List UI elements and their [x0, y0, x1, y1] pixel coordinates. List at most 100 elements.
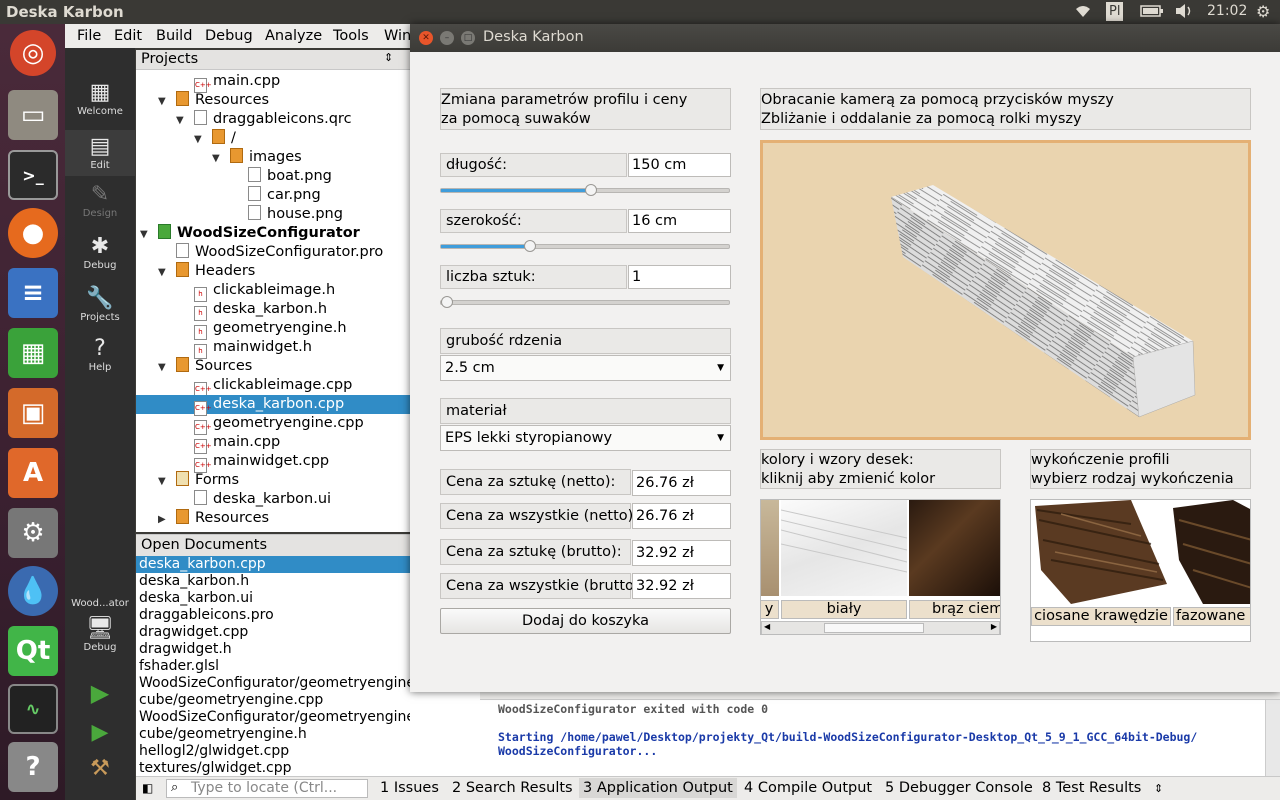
price-all-gross-value[interactable]: 32.92 zł — [632, 573, 731, 599]
color-swatch-white-image[interactable] — [780, 500, 908, 596]
add-to-cart-button[interactable]: Dodaj do koszyka — [440, 608, 731, 634]
menu-window[interactable]: Win — [384, 28, 411, 44]
tree-item[interactable]: h geometryengine.h — [194, 319, 347, 340]
menu-tools[interactable]: Tools — [333, 28, 369, 44]
open-doc-item[interactable]: deska_karbon.ui — [139, 590, 253, 607]
count-slider-handle[interactable] — [441, 296, 453, 308]
mode-design[interactable]: ✎ Design — [65, 182, 135, 226]
expand-arrow-icon[interactable]: ▼ — [158, 362, 166, 373]
open-doc-item[interactable]: WoodSizeConfigurator/geometryengine.h — [139, 709, 410, 726]
tree-item-selected[interactable]: C++deska_karbon.cpp — [136, 395, 410, 416]
finish-label-beveled[interactable]: fazowane k — [1173, 607, 1250, 626]
software-center-icon[interactable]: A — [8, 448, 58, 498]
open-doc-item[interactable]: textures/glwidget.cpp — [139, 760, 292, 776]
collapse-arrow-icon[interactable]: ▶ — [158, 514, 166, 525]
expand-arrow-icon[interactable]: ▼ — [158, 96, 166, 107]
open-documents-list[interactable]: deska_karbon.cpp deska_karbon.h deska_ka… — [136, 556, 410, 776]
colors-scrollbar[interactable]: ◀ ▶ — [761, 621, 1000, 634]
tab-compile-output[interactable]: 4 Compile Output — [744, 780, 872, 796]
price-unit-net-value[interactable]: 26.76 zł — [632, 470, 731, 496]
tree-item[interactable]: Resources — [176, 509, 269, 528]
firefox-icon[interactable]: ● — [8, 208, 58, 258]
tree-item[interactable]: car.png — [248, 186, 321, 205]
length-slider-handle[interactable] — [584, 184, 597, 196]
expand-arrow-icon[interactable]: ▼ — [212, 153, 220, 164]
open-doc-item[interactable]: deska_karbon.h — [139, 573, 249, 590]
expand-arrow-icon[interactable]: ▼ — [194, 134, 202, 145]
mode-edit[interactable]: ▤ Edit — [65, 130, 135, 176]
menu-analyze[interactable]: Analyze — [265, 28, 322, 44]
open-doc-item[interactable]: dragwidget.h — [139, 641, 232, 658]
tab-search-results[interactable]: 2 Search Results — [452, 780, 573, 796]
more-tabs-icon[interactable]: ⇕ — [1154, 782, 1163, 795]
output-scrollbar[interactable] — [1265, 700, 1280, 776]
tree-item[interactable]: C++main.cpp — [194, 433, 280, 454]
length-input[interactable]: 150 cm — [628, 153, 731, 177]
open-doc-item[interactable]: fshader.glsl — [139, 658, 219, 675]
open-doc-item[interactable]: dragwidget.cpp — [139, 624, 248, 641]
project-tree[interactable]: C++main.cpp ▼ Resources ▼ draggableicons… — [136, 70, 410, 532]
menu-build[interactable]: Build — [156, 28, 192, 44]
kit-selector[interactable]: 🖥 Debug — [65, 616, 135, 664]
close-icon[interactable]: ✕ — [419, 31, 433, 45]
files-icon[interactable]: ▭ — [8, 90, 58, 140]
tree-item[interactable]: C++main.cpp — [194, 72, 280, 93]
tab-issues[interactable]: 1 Issues — [380, 780, 439, 796]
keyboard-layout[interactable]: Pl — [1106, 2, 1124, 21]
sort-icon[interactable]: ⇕ — [384, 51, 393, 64]
tab-debugger-console[interactable]: 5 Debugger Console — [885, 780, 1033, 796]
tree-item[interactable]: WoodSizeConfigurator — [158, 224, 360, 243]
mode-help[interactable]: ? Help — [65, 336, 135, 380]
open-doc-item-selected[interactable]: deska_karbon.cpp — [136, 556, 410, 573]
tree-item[interactable]: C++clickableimage.cpp — [194, 376, 352, 397]
tree-item[interactable]: boat.png — [248, 167, 332, 186]
tree-item[interactable]: C++mainwidget.cpp — [194, 452, 329, 473]
length-slider[interactable] — [440, 184, 730, 196]
minimize-icon[interactable]: – — [440, 31, 454, 45]
color-label-white[interactable]: biały — [781, 600, 907, 619]
debug-run-button[interactable]: ▶ — [65, 720, 135, 750]
terminal-icon[interactable]: >_ — [8, 150, 58, 200]
mode-debug[interactable]: ✱ Debug — [65, 234, 135, 278]
width-slider[interactable] — [440, 240, 730, 252]
tree-item[interactable]: Sources — [176, 357, 252, 376]
3d-view[interactable] — [760, 140, 1251, 440]
calc-icon[interactable]: ▦ — [8, 328, 58, 378]
tree-item[interactable]: h clickableimage.h — [194, 281, 335, 302]
tree-item[interactable]: C++geometryengine.cpp — [194, 414, 364, 435]
finish-beveled-image[interactable] — [1173, 500, 1250, 604]
build-button[interactable]: ⚒ — [65, 756, 135, 786]
expand-arrow-icon[interactable]: ▼ — [158, 476, 166, 487]
menu-debug[interactable]: Debug — [205, 28, 253, 44]
finish-hewn-image[interactable] — [1031, 500, 1171, 604]
system-monitor-icon[interactable]: ∿ — [8, 684, 58, 734]
locate-input[interactable]: ⌕ Type to locate (Ctrl... — [166, 779, 368, 798]
tree-item[interactable]: h mainwidget.h — [194, 338, 312, 359]
tab-test-results[interactable]: 8 Test Results — [1042, 780, 1141, 796]
material-combobox[interactable]: EPS lekki styropianowy ▼ — [440, 425, 731, 451]
open-doc-item[interactable]: cube/geometryengine.h — [139, 726, 307, 743]
toggle-sidebar-icon[interactable]: ◧ — [142, 781, 153, 795]
settings-gear-icon[interactable]: ⚙ — [1256, 2, 1270, 21]
tree-item[interactable]: Headers — [176, 262, 255, 281]
tree-item[interactable]: images — [230, 148, 302, 167]
expand-arrow-icon[interactable]: ▼ — [140, 229, 148, 240]
mode-welcome[interactable]: ▦ Welcome — [65, 80, 135, 124]
price-unit-gross-value[interactable]: 32.92 zł — [632, 540, 731, 566]
open-doc-item[interactable]: WoodSizeConfigurator/geometryengine — [139, 675, 410, 692]
scrollbar-thumb[interactable] — [824, 623, 924, 633]
scroll-left-icon[interactable]: ◀ — [764, 622, 770, 631]
color-label[interactable]: y — [761, 600, 779, 619]
colors-gallery[interactable]: y biały brąz ciemn ◀ ▶ — [760, 499, 1001, 635]
menu-file[interactable]: File — [77, 28, 101, 44]
qt-creator-icon[interactable]: Qt — [8, 626, 58, 676]
color-label-dark-brown[interactable]: brąz ciemn — [909, 600, 1000, 619]
open-doc-item[interactable]: hellogl2/glwidget.cpp — [139, 743, 289, 760]
tree-item[interactable]: draggableicons.qrc — [194, 110, 352, 129]
width-input[interactable]: 16 cm — [628, 209, 731, 233]
help-icon[interactable]: ? — [8, 742, 58, 792]
tree-item[interactable]: WoodSizeConfigurator.pro — [176, 243, 383, 262]
count-slider[interactable] — [440, 296, 730, 308]
volume-icon[interactable] — [1174, 3, 1194, 23]
maximize-icon[interactable]: □ — [461, 31, 475, 45]
